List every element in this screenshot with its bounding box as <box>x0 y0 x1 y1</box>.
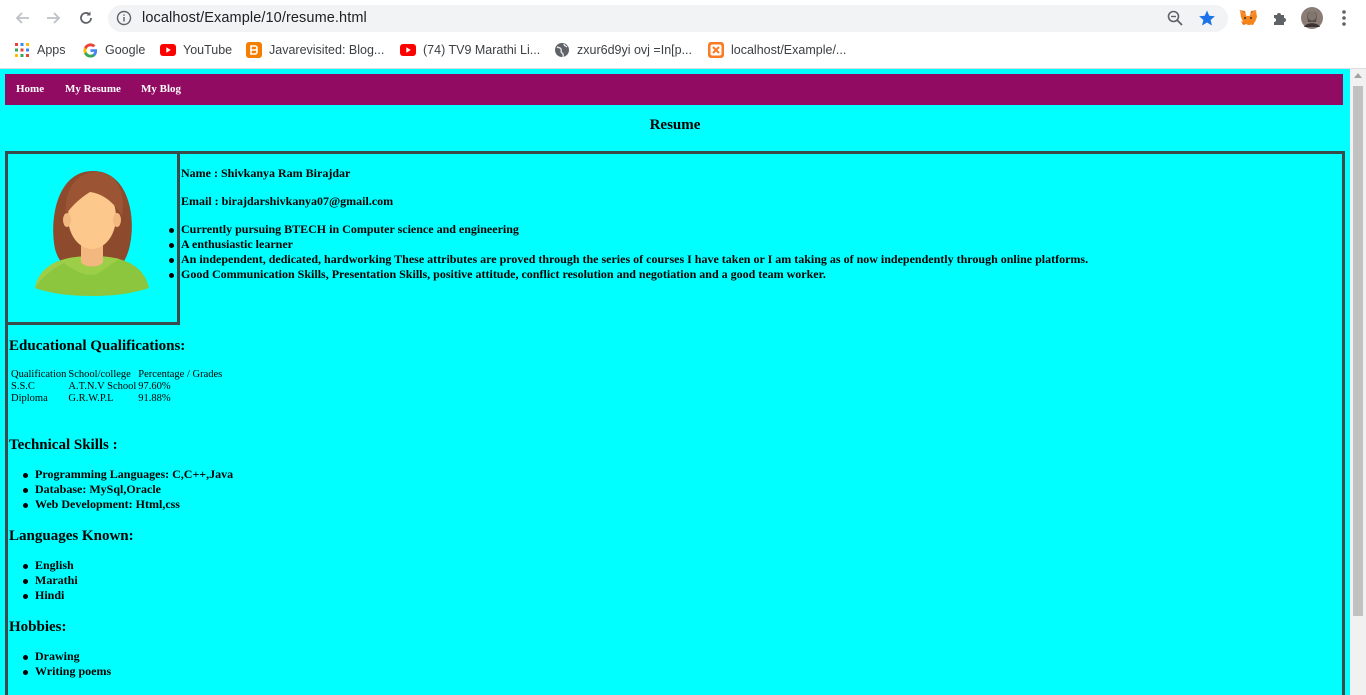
table-cell: G.R.W.P.L <box>68 393 114 404</box>
back-button[interactable] <box>10 6 34 30</box>
bookmark-apps[interactable]: Apps <box>14 40 66 60</box>
youtube-icon <box>400 42 416 58</box>
bookmark-label: Google <box>105 43 146 57</box>
table-header-row: Qualification School/college Percentage … <box>11 369 224 381</box>
table-row: Diploma G.R.W.P.L 91.88% <box>11 393 224 405</box>
bookmark-star-icon[interactable] <box>1198 9 1216 32</box>
skills-heading: Technical Skills : <box>9 437 118 453</box>
globe-icon <box>554 42 570 58</box>
bookmark-localhost[interactable]: localhost/Example/... <box>708 40 846 60</box>
hobbies-list: Drawing Writing poems <box>22 649 112 679</box>
profile-photo-cell <box>8 154 180 325</box>
page-title: Resume <box>649 117 701 133</box>
arrow-left-icon <box>15 12 29 24</box>
list-item: Good Communication Skills, Presentation … <box>168 267 1088 282</box>
arrow-right-icon <box>47 12 61 24</box>
address-bar[interactable]: localhost/Example/10/resume.html <box>108 5 1228 32</box>
bookmark-tv9[interactable]: (74) TV9 Marathi Li... <box>400 40 540 60</box>
bookmark-label: Apps <box>37 43 66 57</box>
table-cell: 97.60% <box>138 381 171 392</box>
education-table: Qualification School/college Percentage … <box>11 369 224 405</box>
bookmark-zxur[interactable]: zxur6d9yi ovj =In[p... <box>554 40 692 60</box>
reload-button[interactable] <box>74 6 98 30</box>
bookmarks-bar: Apps Google YouTube Javarevisited: Blog.… <box>0 37 1366 63</box>
url-text[interactable]: localhost/Example/10/resume.html <box>142 10 367 26</box>
scrollbar-thumb[interactable] <box>1353 86 1363 616</box>
info-icon[interactable] <box>116 10 132 31</box>
table-cell: S.S.C <box>11 381 35 392</box>
extensions-puzzle-icon[interactable] <box>1269 7 1291 29</box>
zoom-icon[interactable] <box>1166 9 1184 32</box>
profile-avatar[interactable] <box>1301 7 1323 29</box>
nav-my-resume-link[interactable]: My Resume <box>65 83 121 95</box>
nav-my-blog-link[interactable]: My Blog <box>141 83 181 95</box>
column-header: Percentage / Grades <box>138 369 223 380</box>
top-navigation: Home My Resume My Blog <box>5 74 1343 105</box>
page-viewport: Home My Resume My Blog Resume Name: Shi… <box>0 69 1350 695</box>
profile-email: Email : birajdarshivkanya07@gmail.com <box>181 194 394 208</box>
google-icon <box>82 42 98 58</box>
column-header: Qualification <box>11 369 67 380</box>
forward-button[interactable] <box>42 6 66 30</box>
skills-list: Programming Languages: C,C++,Java Databa… <box>22 467 234 512</box>
bookmark-youtube[interactable]: YouTube <box>160 40 232 60</box>
reload-icon <box>80 11 92 24</box>
xampp-icon <box>708 42 724 58</box>
list-item: Marathi <box>23 573 78 587</box>
table-cell: A.T.N.V School <box>68 381 137 392</box>
avatar-image <box>35 171 149 296</box>
hobbies-heading: Hobbies: <box>9 619 67 635</box>
browser-chrome: localhost/Example/10/resume.html Apps Go… <box>0 0 1366 69</box>
youtube-icon <box>160 42 176 58</box>
table-cell: 91.88% <box>138 393 171 404</box>
bookmark-label: zxur6d9yi ovj =In[p... <box>577 43 692 57</box>
list-item: Hindi <box>23 588 78 603</box>
profile-highlights: Currently pursuing BTECH in Computer sci… <box>168 222 1089 282</box>
list-item: Currently pursuing BTECH in Computer sci… <box>168 222 1088 237</box>
nav-home-link[interactable]: Home <box>16 83 44 95</box>
list-item: Programming Languages: C,C++,Java <box>22 467 234 481</box>
scroll-up-arrow-icon[interactable] <box>1354 73 1362 78</box>
resume-container: Name : Shivkanya Ram Birajdar Email : bi… <box>5 151 1345 695</box>
profile-info: Name : Shivkanya Ram Birajdar Email : bi… <box>168 166 1089 282</box>
profile-name: Name : Shivkanya Ram Birajdar <box>181 166 351 180</box>
table-cell: Diploma <box>11 393 48 404</box>
menu-kebab-icon[interactable] <box>1333 7 1355 29</box>
metamask-fox-icon[interactable] <box>1237 7 1259 29</box>
bookmark-google[interactable]: Google <box>82 40 145 60</box>
list-item: Drawing <box>22 649 111 664</box>
languages-list: English Marathi Hindi <box>23 558 78 603</box>
list-item: Database: MySql,Oracle <box>22 482 233 497</box>
bookmark-label: YouTube <box>183 43 233 57</box>
vertical-scrollbar[interactable] <box>1350 69 1366 695</box>
bookmark-label: localhost/Example/... <box>731 43 847 57</box>
list-item: English <box>23 558 78 573</box>
apps-grid-icon <box>14 42 30 58</box>
list-item: A enthusiastic learner <box>168 237 1088 252</box>
list-item: An independent, dedicated, hardworking T… <box>168 252 1089 266</box>
blogger-icon <box>246 42 262 58</box>
list-item: Web Development: Html,css <box>22 497 233 512</box>
education-heading: Educational Qualifications: <box>9 338 186 354</box>
bookmark-javarevisited[interactable]: Javarevisited: Blog... <box>246 40 384 60</box>
list-item: Writing poems <box>22 664 112 678</box>
bookmark-label: Javarevisited: Blog... <box>269 43 385 57</box>
column-header: School/college <box>68 369 131 380</box>
languages-heading: Languages Known: <box>9 528 134 544</box>
browser-toolbar: localhost/Example/10/resume.html <box>0 0 1366 36</box>
table-row: S.S.C A.T.N.V School 97.60% <box>11 381 224 393</box>
bookmark-label: (74) TV9 Marathi Li... <box>423 43 541 57</box>
